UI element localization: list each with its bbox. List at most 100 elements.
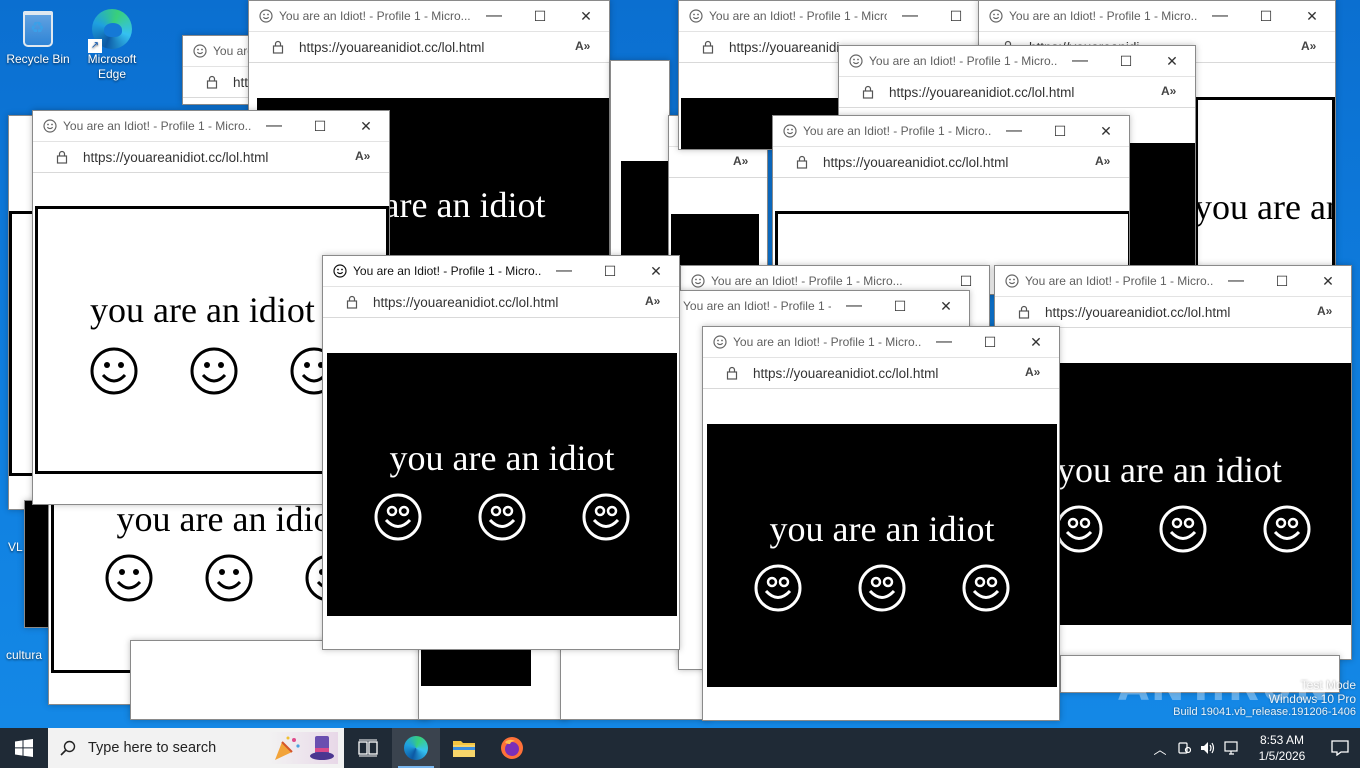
- lock-icon: [726, 366, 738, 380]
- minimize-button[interactable]: —: [1197, 1, 1243, 31]
- read-aloud-icon[interactable]: A»: [1025, 365, 1045, 381]
- address-bar[interactable]: https://youareanidiot.cc/lol.html A»: [839, 76, 1195, 108]
- address-bar[interactable]: https://youareanidiot.cc/lol.html A»: [323, 286, 679, 318]
- close-button[interactable]: ✕: [343, 111, 389, 141]
- clock-date: 1/5/2026: [1258, 749, 1306, 763]
- edge-icon: [404, 736, 428, 760]
- maximize-button[interactable]: ☐: [517, 1, 563, 31]
- edge-shortcut[interactable]: Microsoft Edge: [74, 4, 150, 82]
- minimize-button[interactable]: —: [1213, 266, 1259, 296]
- lock-icon: [702, 40, 714, 54]
- device-icon[interactable]: [1172, 728, 1196, 768]
- maximize-button[interactable]: ☐: [1103, 46, 1149, 76]
- lock-icon: [346, 295, 358, 309]
- close-button[interactable]: ✕: [633, 256, 679, 286]
- system-clock[interactable]: 8:53 AM 1/5/2026: [1244, 732, 1320, 764]
- address-bar[interactable]: https://youareanidiot.cc/lol.html A»: [249, 31, 609, 63]
- smiley-favicon-icon: [783, 124, 797, 138]
- task-view-button[interactable]: [344, 728, 392, 768]
- windows-logo-icon: [15, 739, 33, 757]
- minimize-button[interactable]: —: [541, 256, 587, 286]
- address-bar[interactable]: A»: [669, 146, 767, 178]
- firefox-icon: [501, 737, 523, 759]
- read-aloud-icon[interactable]: A»: [1317, 304, 1337, 320]
- smiley-favicon-icon: [193, 44, 207, 58]
- taskbar-firefox-button[interactable]: [488, 728, 536, 768]
- window-title: You are an Idiot! - Profile 1 - Micro...: [733, 335, 921, 349]
- smiley-face-icon: [1263, 505, 1311, 553]
- read-aloud-icon[interactable]: A»: [645, 294, 665, 310]
- read-aloud-icon[interactable]: A»: [1301, 39, 1321, 55]
- address-bar[interactable]: https://youareanidiot.cc/lol.html A»: [773, 146, 1129, 178]
- window-titlebar: You are an Idiot! - Profile 1 - Micro...…: [703, 327, 1059, 357]
- maximize-button[interactable]: ☐: [877, 291, 923, 321]
- taskbar-file-explorer-button[interactable]: [440, 728, 488, 768]
- smiley-row: [90, 347, 338, 395]
- maximize-button[interactable]: ☐: [1037, 116, 1083, 146]
- minimize-button[interactable]: —: [1057, 46, 1103, 76]
- window-title: You are an Idiot! - Profile 1 - Micro...: [353, 264, 541, 278]
- taskbar-edge-button[interactable]: [392, 728, 440, 768]
- read-aloud-icon[interactable]: A»: [1161, 84, 1181, 100]
- show-hidden-icons-chevron-up-icon[interactable]: ︿: [1148, 728, 1172, 768]
- popup-window[interactable]: You are an Idiot! - Profile 1 - Micro...…: [702, 326, 1060, 721]
- close-button[interactable]: ✕: [1289, 1, 1335, 31]
- maximize-button[interactable]: ☐: [1259, 266, 1305, 296]
- lock-icon: [1018, 305, 1030, 319]
- maximize-button[interactable]: ☐: [587, 256, 633, 286]
- smiley-row: [374, 493, 630, 541]
- close-button[interactable]: ✕: [923, 291, 969, 321]
- window-title: You are an Idiot! - Profile 1 - Micro...: [709, 9, 887, 23]
- window-title: You are an Idiot! - Profile 1 - Micro...: [711, 274, 903, 288]
- read-aloud-icon[interactable]: A»: [1095, 154, 1115, 170]
- popup-window-remnant[interactable]: [130, 640, 430, 720]
- address-bar[interactable]: https://youareanidiot.cc/lol.html A»: [995, 296, 1351, 328]
- start-button[interactable]: [0, 728, 48, 768]
- close-button[interactable]: ✕: [1305, 266, 1351, 296]
- read-aloud-icon[interactable]: A»: [575, 39, 595, 55]
- url-text: https://youareanidiot.cc/lol.html: [83, 149, 269, 165]
- idiot-phrase: you are an idiot: [769, 509, 995, 549]
- cultura-shortcut-partial[interactable]: cultura: [0, 648, 46, 663]
- minimize-button[interactable]: —: [887, 1, 933, 31]
- smiley-row: [754, 564, 1010, 612]
- popup-window-remnant[interactable]: [418, 640, 568, 720]
- maximize-button[interactable]: ☐: [933, 1, 979, 31]
- window-titlebar: You are an Idiot! - Profile 1 - Micro...…: [839, 46, 1195, 76]
- window-title: You are an Idiot! - Profile 1 - Micro...: [683, 299, 831, 313]
- idiot-phrase: you are an idiot: [389, 438, 615, 478]
- window-title: You are an Idiot! - Profile 1 - Micro...: [1025, 274, 1213, 288]
- cultura-label: cultura: [6, 648, 43, 662]
- close-button[interactable]: ✕: [1013, 327, 1059, 357]
- smiley-face-icon: [962, 564, 1010, 612]
- recycle-bin-label: Recycle Bin: [6, 52, 70, 66]
- minimize-button[interactable]: —: [471, 1, 517, 31]
- smiley-favicon-icon: [849, 54, 863, 68]
- read-aloud-icon[interactable]: A»: [733, 154, 753, 170]
- minimize-button[interactable]: —: [251, 111, 297, 141]
- recycle-bin[interactable]: Recycle Bin: [0, 4, 76, 67]
- maximize-button[interactable]: ☐: [1243, 1, 1289, 31]
- smiley-favicon-icon: [1005, 274, 1019, 288]
- maximize-button[interactable]: ☐: [297, 111, 343, 141]
- volume-icon[interactable]: [1196, 728, 1220, 768]
- search-box[interactable]: Type here to search: [48, 728, 344, 768]
- address-bar[interactable]: https://youareanidiot.cc/lol.html A»: [33, 141, 389, 173]
- address-bar[interactable]: https://youareanidiot.cc/lol.html A»: [703, 357, 1059, 389]
- maximize-button[interactable]: ☐: [967, 327, 1013, 357]
- network-icon[interactable]: [1220, 728, 1244, 768]
- popup-window-active[interactable]: You are an Idiot! - Profile 1 - Micro...…: [322, 255, 680, 650]
- vlc-label: VL: [8, 540, 23, 554]
- minimize-button[interactable]: —: [991, 116, 1037, 146]
- popup-window-remnant[interactable]: [610, 60, 670, 260]
- minimize-button[interactable]: —: [831, 291, 877, 321]
- close-button[interactable]: ✕: [1149, 46, 1195, 76]
- os-watermark: Test Mode Windows 10 Pro Build 19041.vb_…: [1150, 678, 1356, 718]
- read-aloud-icon[interactable]: A»: [355, 149, 375, 165]
- minimize-button[interactable]: —: [921, 327, 967, 357]
- close-button[interactable]: ✕: [563, 1, 609, 31]
- task-view-icon: [358, 739, 378, 757]
- close-button[interactable]: ✕: [1083, 116, 1129, 146]
- smiley-face-icon: [1159, 505, 1207, 553]
- action-center-button[interactable]: [1320, 728, 1360, 768]
